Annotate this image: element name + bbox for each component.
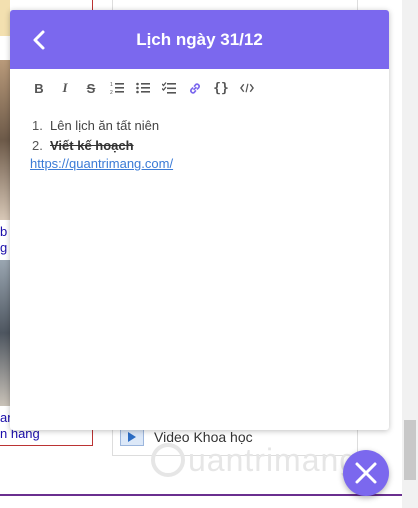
code-block-icon[interactable]: {} — [213, 80, 229, 96]
bold-icon[interactable]: B — [32, 80, 46, 96]
list-item: 1. Lên lịch ăn tất niên — [32, 116, 173, 136]
note-link[interactable]: https://quantrimang.com/ — [30, 156, 173, 172]
ordered-list: 1. Lên lịch ăn tất niên 2. Viết kế hoạch — [30, 116, 173, 156]
note-content[interactable]: 1. Lên lịch ăn tất niên 2. Viết kế hoạch… — [30, 116, 173, 172]
ordered-list-icon[interactable]: 12 — [110, 80, 124, 96]
list-item-text: Lên lịch ăn tất niên — [50, 118, 160, 133]
background-link[interactable]: b — [0, 224, 7, 239]
list-number: 1. — [32, 118, 43, 133]
list-number: 2. — [32, 138, 43, 153]
code-icon[interactable] — [240, 80, 254, 96]
svg-text:1: 1 — [110, 82, 113, 88]
note-panel: Lịch ngày 31/12 B I S 12 {} 1. Lên lịch … — [10, 10, 389, 430]
video-icon — [120, 428, 144, 446]
thumbnail-image — [0, 60, 10, 220]
close-icon — [355, 462, 377, 484]
back-button[interactable] — [28, 26, 52, 54]
link-icon[interactable] — [188, 80, 202, 96]
page-divider — [0, 494, 418, 496]
thumbnail-image — [0, 260, 10, 406]
note-title: Lịch ngày 31/12 — [136, 29, 263, 49]
checklist-icon[interactable] — [162, 80, 176, 96]
formatting-toolbar: B I S 12 {} — [32, 80, 254, 96]
italic-icon[interactable]: I — [58, 80, 72, 96]
watermark-logo: uantrimang — [150, 438, 370, 491]
svg-text:2: 2 — [110, 90, 113, 95]
svg-text:uantrimang: uantrimang — [188, 442, 358, 478]
bullet-list-icon[interactable] — [136, 80, 150, 96]
close-button[interactable] — [343, 450, 389, 496]
thumbnail-image — [0, 0, 10, 36]
background-link[interactable]: g — [0, 240, 7, 255]
list-item: 2. Viết kế hoạch — [32, 136, 173, 156]
list-item-text: Viết kế hoạch — [50, 138, 134, 153]
note-header: Lịch ngày 31/12 — [10, 10, 389, 69]
chevron-left-icon — [33, 30, 45, 50]
scrollbar-thumb[interactable] — [404, 420, 416, 480]
strikethrough-icon[interactable]: S — [84, 80, 98, 96]
